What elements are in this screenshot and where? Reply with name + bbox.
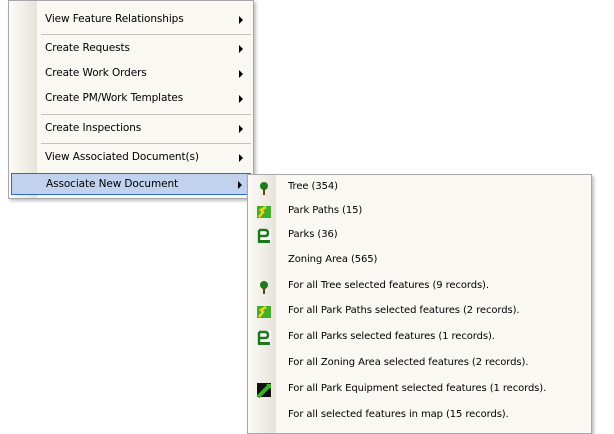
submenu-item-label: For all Tree selected features (9 record… [288, 280, 489, 291]
menu-item-label: Create Work Orders [45, 67, 147, 79]
submenu-item-label: For all Zoning Area selected features (2… [288, 357, 529, 368]
context-menu: View Feature Relationships Create Reques… [8, 0, 254, 199]
menu-item-create-work-orders[interactable]: Create Work Orders [11, 63, 251, 85]
associate-document-submenu: Tree (354) Park Paths (15) Parks (36) Zo… [247, 174, 592, 434]
parks-icon [256, 228, 272, 244]
submenu-item-all-zoning-area-selected[interactable]: For all Zoning Area selected features (2… [250, 352, 589, 376]
submenu-arrow-icon [239, 95, 243, 103]
tree-icon [256, 279, 272, 295]
submenu-item-label: Parks (36) [288, 229, 338, 240]
menu-separator [41, 143, 251, 144]
menu-item-create-pm-work-templates[interactable]: Create PM/Work Templates [11, 88, 251, 110]
parks-icon [256, 330, 272, 346]
submenu-arrow-icon [239, 16, 243, 24]
submenu-arrow-icon [238, 181, 242, 189]
submenu-arrow-icon [239, 70, 243, 78]
park-paths-icon [256, 204, 272, 220]
submenu-item-label: Park Paths (15) [288, 205, 363, 216]
park-equipment-icon [256, 382, 272, 399]
submenu-arrow-icon [239, 45, 243, 53]
submenu-arrow-icon [239, 125, 243, 133]
menu-item-associate-new-document[interactable]: Associate New Document [11, 173, 251, 195]
menu-item-view-feature-relationships[interactable]: View Feature Relationships [11, 9, 251, 31]
menu-separator [41, 34, 251, 35]
menu-item-create-requests[interactable]: Create Requests [11, 38, 251, 60]
submenu-item-zoning-area[interactable]: Zoning Area (565) [250, 249, 589, 273]
submenu-item-label: For all selected features in map (15 rec… [288, 409, 509, 420]
submenu-item-label: For all Park Paths selected features (2 … [288, 305, 520, 316]
submenu-item-tree[interactable]: Tree (354) [250, 176, 589, 200]
submenu-item-all-park-paths-selected[interactable]: For all Park Paths selected features (2 … [250, 300, 589, 324]
submenu-item-label: Zoning Area (565) [288, 254, 378, 265]
submenu-arrow-icon [239, 154, 243, 162]
menu-item-create-inspections[interactable]: Create Inspections [11, 118, 251, 140]
submenu-item-all-parks-selected[interactable]: For all Parks selected features (1 recor… [250, 326, 589, 350]
menu-item-label: Create PM/Work Templates [45, 92, 184, 104]
submenu-item-label: For all Parks selected features (1 recor… [288, 331, 495, 342]
submenu-item-all-park-equipment-selected[interactable]: For all Park Equipment selected features… [250, 378, 589, 402]
submenu-item-parks[interactable]: Parks (36) [250, 224, 589, 248]
menu-item-label: Create Inspections [45, 122, 142, 134]
menu-item-label: View Feature Relationships [45, 13, 184, 25]
tree-icon [256, 180, 272, 196]
submenu-item-label: For all Park Equipment selected features… [288, 383, 547, 394]
submenu-item-park-paths[interactable]: Park Paths (15) [250, 200, 589, 224]
menu-item-label: Create Requests [45, 42, 130, 54]
submenu-item-all-selected-features-in-map[interactable]: For all selected features in map (15 rec… [250, 404, 589, 428]
submenu-item-label: Tree (354) [288, 181, 338, 192]
menu-item-label: View Associated Document(s) [45, 151, 199, 163]
submenu-item-all-tree-selected[interactable]: For all Tree selected features (9 record… [250, 275, 589, 299]
menu-separator [41, 114, 251, 115]
menu-item-view-associated-documents[interactable]: View Associated Document(s) [11, 147, 251, 169]
menu-item-label: Associate New Document [46, 178, 179, 190]
park-paths-icon [256, 304, 272, 320]
